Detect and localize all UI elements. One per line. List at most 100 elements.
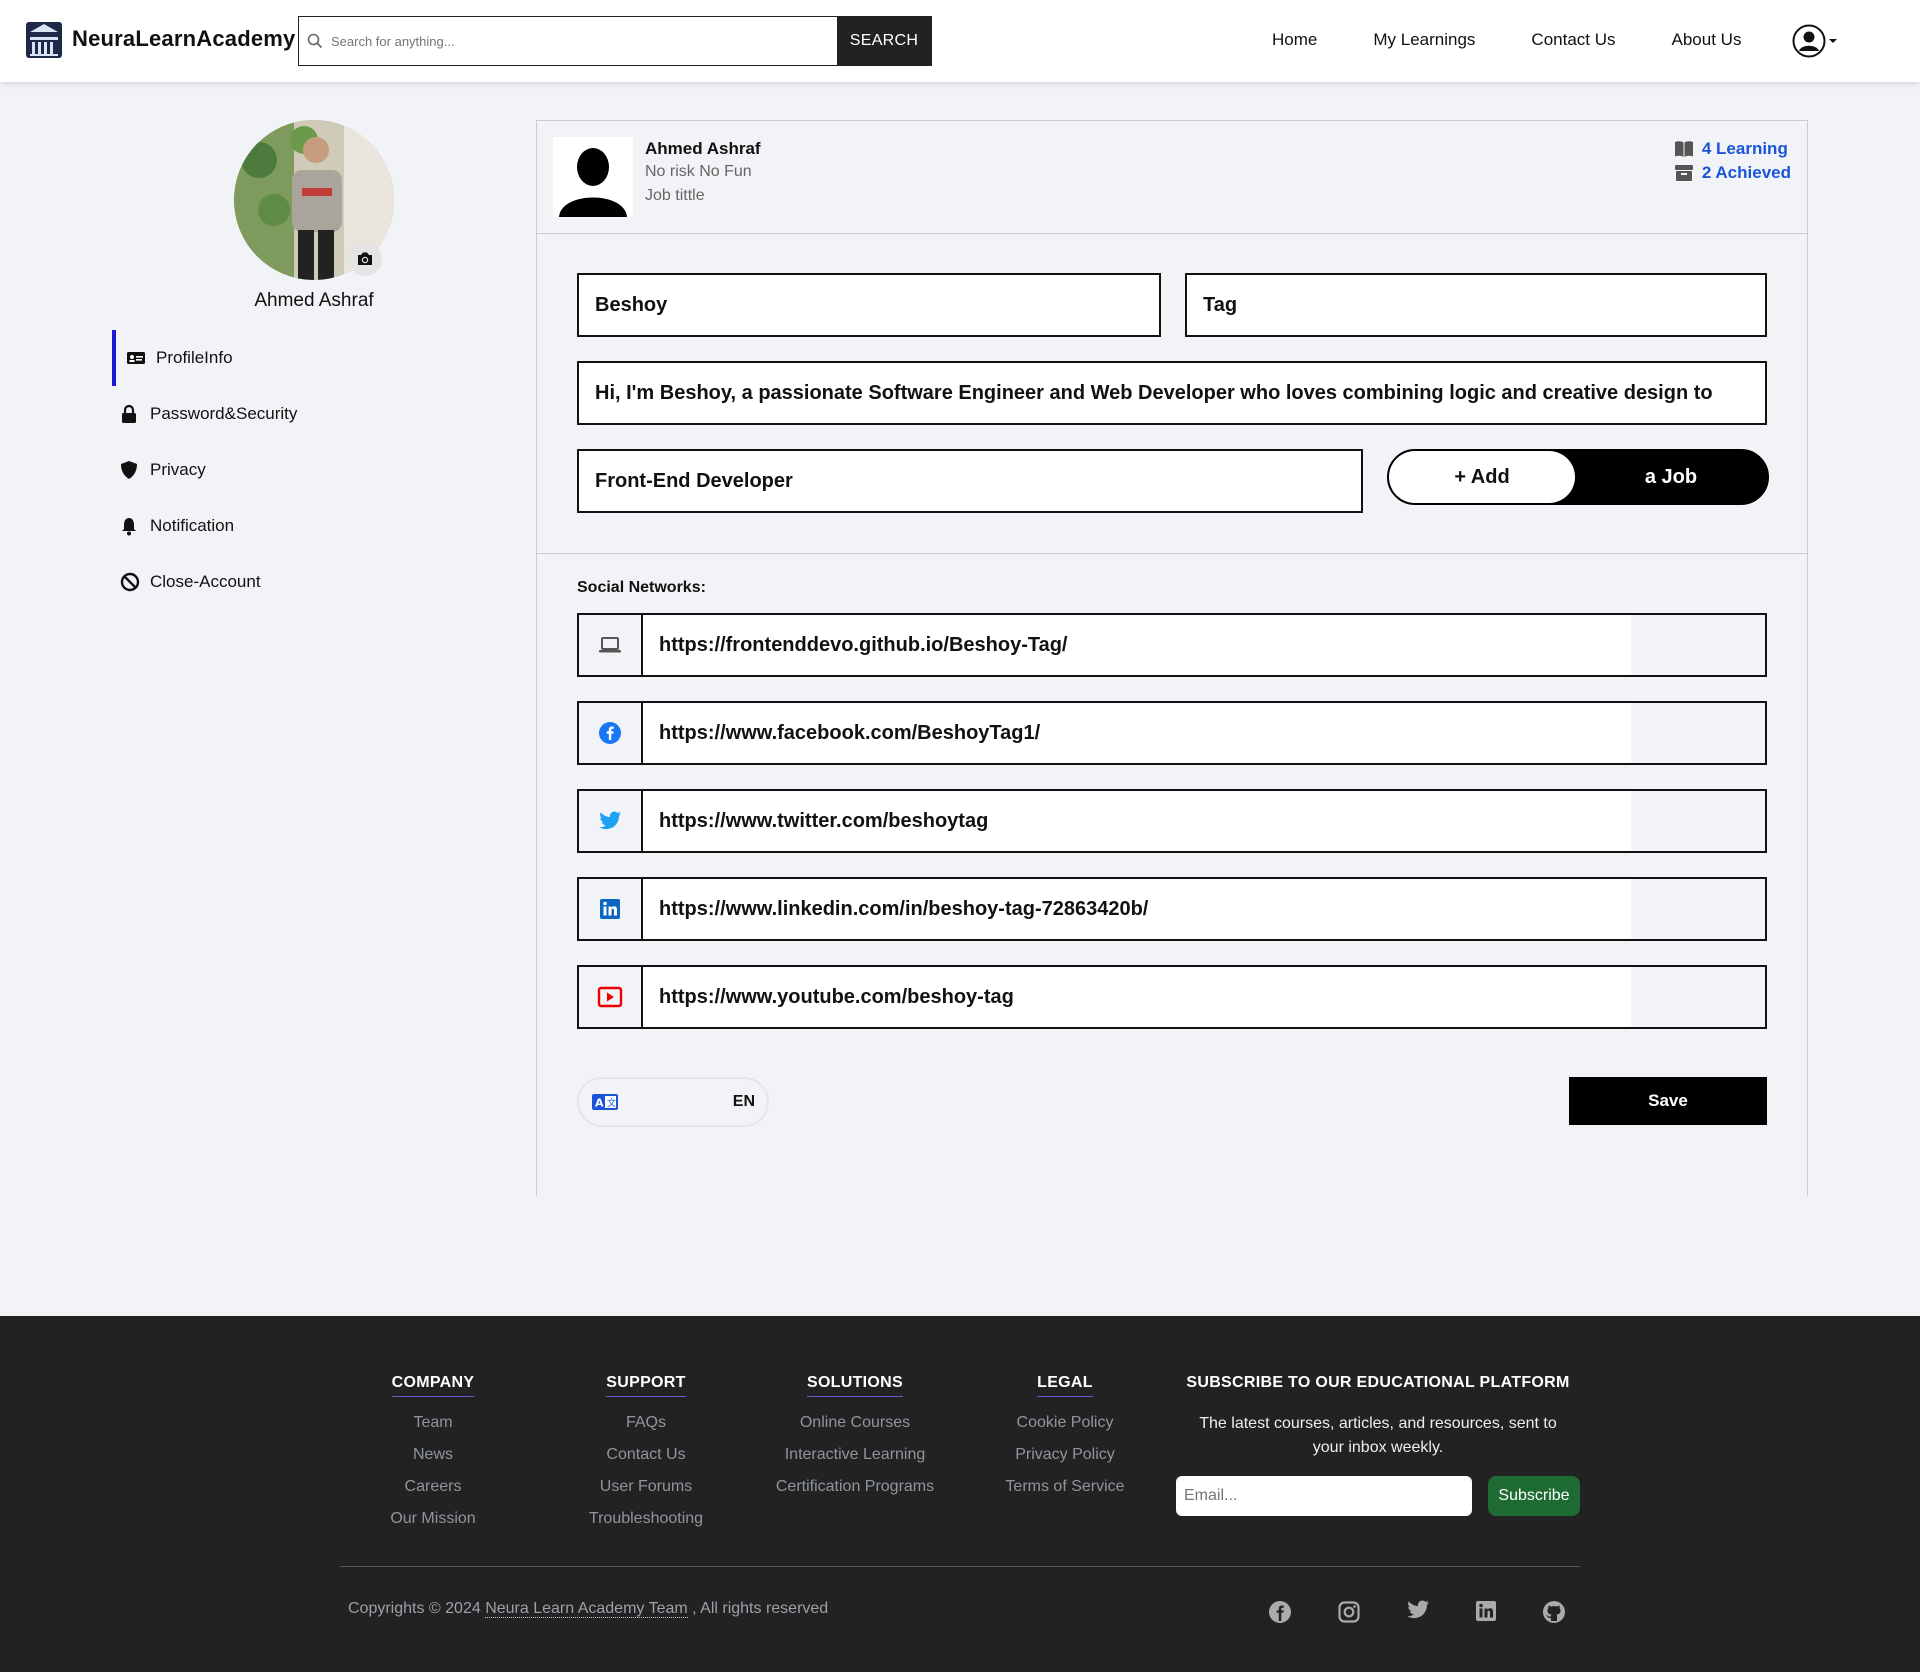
website-url-input[interactable]: https://frontenddevo.github.io/Beshoy-Ta… bbox=[643, 615, 1631, 675]
youtube-icon bbox=[579, 967, 643, 1027]
toggle-add-button[interactable]: + Add bbox=[1389, 451, 1575, 503]
header-user-name: Ahmed Ashraf bbox=[645, 139, 761, 158]
footer-col-legal: LEGAL Cookie Policy Privacy Policy Terms… bbox=[994, 1374, 1136, 1503]
facebook-icon[interactable] bbox=[1268, 1600, 1292, 1624]
nav-about-us[interactable]: About Us bbox=[1672, 30, 1742, 50]
subscribe-button[interactable]: Subscribe bbox=[1488, 1476, 1580, 1516]
footer-link-contact-us[interactable]: Contact Us bbox=[572, 1439, 720, 1471]
achieved-count[interactable]: 2 Achieved bbox=[1674, 161, 1791, 185]
subscribe-text: The latest courses, articles, and resour… bbox=[1199, 1415, 1557, 1456]
sidebar-item-label: Password&Security bbox=[150, 404, 298, 423]
instagram-icon[interactable] bbox=[1337, 1600, 1361, 1624]
footer-link-faqs[interactable]: FAQs bbox=[572, 1407, 720, 1439]
caret-down-icon[interactable] bbox=[1829, 38, 1837, 44]
section-divider bbox=[537, 553, 1807, 554]
footer-col-title: SUPPORT bbox=[606, 1374, 686, 1397]
linkedin-icon bbox=[579, 879, 643, 939]
sidebar-item-privacy[interactable]: Privacy bbox=[112, 442, 412, 498]
footer-link-troubleshooting[interactable]: Troubleshooting bbox=[572, 1503, 720, 1535]
footer-link-privacy-policy[interactable]: Privacy Policy bbox=[994, 1439, 1136, 1471]
footer-link-news[interactable]: News bbox=[372, 1439, 494, 1471]
book-icon bbox=[1674, 140, 1694, 158]
copyright: Copyrights © 2024 Neura Learn Academy Te… bbox=[348, 1600, 828, 1618]
copyright-prefix: Copyrights © 2024 bbox=[348, 1600, 481, 1617]
svg-text:文: 文 bbox=[607, 1097, 616, 1109]
linkedin-url-input[interactable]: https://www.linkedin.com/in/beshoy-tag-7… bbox=[643, 879, 1631, 939]
nav-home[interactable]: Home bbox=[1272, 30, 1317, 50]
ban-icon bbox=[120, 572, 142, 592]
profile-header: Ahmed Ashraf No risk No Fun Job tittle 4… bbox=[537, 121, 1807, 234]
facebook-url-input[interactable]: https://www.facebook.com/BeshoyTag1/ bbox=[643, 703, 1631, 763]
sidebar-item-profileinfo[interactable]: ProfileInfo bbox=[112, 330, 412, 386]
github-icon[interactable] bbox=[1542, 1600, 1566, 1624]
nav-links: Home My Learnings Contact Us About Us bbox=[1272, 30, 1797, 50]
footer-link-online-courses[interactable]: Online Courses bbox=[762, 1407, 948, 1439]
subscribe-email-input[interactable] bbox=[1176, 1476, 1472, 1516]
subscribe-title: SUBSCRIBE TO OUR EDUCATIONAL PLATFORM bbox=[1186, 1374, 1570, 1391]
learning-count-label: 4 Learning bbox=[1701, 139, 1788, 158]
user-circle-icon[interactable] bbox=[1792, 24, 1826, 58]
search-input[interactable] bbox=[331, 17, 837, 65]
top-navbar: NeuraLearnAcademy SEARCH Home My Learnin… bbox=[0, 0, 1920, 82]
laptop-icon bbox=[579, 615, 643, 675]
header-user-job: Job tittle bbox=[645, 187, 705, 204]
footer-social-links bbox=[1268, 1600, 1611, 1624]
sidebar-item-close-account[interactable]: Close-Account bbox=[112, 554, 412, 610]
sidebar-item-notification[interactable]: Notification bbox=[112, 498, 412, 554]
save-button[interactable]: Save bbox=[1569, 1077, 1767, 1125]
user-menu[interactable] bbox=[1792, 24, 1837, 58]
lock-icon bbox=[120, 404, 142, 424]
footer-link-certification-programs[interactable]: Certification Programs bbox=[762, 1471, 948, 1503]
subscribe-form: Subscribe bbox=[1176, 1476, 1580, 1516]
job-title-field[interactable]: Front-End Developer bbox=[577, 449, 1363, 513]
profile-card: Ahmed Ashraf No risk No Fun Job tittle 4… bbox=[536, 120, 1808, 1196]
footer-col-title: COMPANY bbox=[391, 1374, 475, 1397]
translate-icon: A文 bbox=[591, 1093, 619, 1111]
subscribe-section: SUBSCRIBE TO OUR EDUCATIONAL PLATFORM Th… bbox=[1176, 1374, 1580, 1460]
facebook-icon bbox=[579, 703, 643, 763]
social-row-linkedin: https://www.linkedin.com/in/beshoy-tag-7… bbox=[577, 877, 1767, 941]
nav-contact-us[interactable]: Contact Us bbox=[1531, 30, 1615, 50]
footer-link-terms-of-service[interactable]: Terms of Service bbox=[994, 1471, 1136, 1503]
linkedin-icon[interactable] bbox=[1475, 1600, 1497, 1624]
bell-icon bbox=[120, 516, 142, 536]
social-row-website: https://frontenddevo.github.io/Beshoy-Ta… bbox=[577, 613, 1767, 677]
last-name-field[interactable]: Tag bbox=[1185, 273, 1767, 337]
search-icon bbox=[299, 17, 331, 65]
sidebar-item-label: ProfileInfo bbox=[156, 348, 233, 367]
id-card-icon bbox=[126, 350, 148, 366]
learning-stats: 4 Learning 2 Achieved bbox=[1674, 137, 1791, 185]
nav-my-learnings[interactable]: My Learnings bbox=[1373, 30, 1475, 50]
footer-link-interactive-learning[interactable]: Interactive Learning bbox=[762, 1439, 948, 1471]
first-name-field[interactable]: Beshoy bbox=[577, 273, 1161, 337]
shield-icon bbox=[120, 460, 142, 480]
footer-link-our-mission[interactable]: Our Mission bbox=[372, 1503, 494, 1535]
footer-link-careers[interactable]: Careers bbox=[372, 1471, 494, 1503]
sidebar-item-password-security[interactable]: Password&Security bbox=[112, 386, 412, 442]
sidebar-item-label: Privacy bbox=[150, 460, 206, 479]
language-switch[interactable]: A文 EN bbox=[577, 1077, 769, 1127]
sidebar-user-name: Ahmed Ashraf bbox=[254, 290, 374, 311]
header-user-tagline: No risk No Fun bbox=[645, 163, 752, 180]
copyright-team-link[interactable]: Neura Learn Academy Team bbox=[485, 1600, 688, 1618]
twitter-url-input[interactable]: https://www.twitter.com/beshoytag bbox=[643, 791, 1631, 851]
toggle-job-label[interactable]: a Job bbox=[1575, 451, 1767, 503]
academy-logo-icon[interactable] bbox=[24, 18, 64, 62]
footer-col-company: COMPANY Team News Careers Our Mission bbox=[372, 1374, 494, 1535]
add-job-toggle[interactable]: + Add a Job bbox=[1387, 449, 1769, 505]
search-button[interactable]: SEARCH bbox=[837, 17, 931, 65]
brand-name[interactable]: NeuraLearnAcademy bbox=[72, 26, 296, 52]
camera-icon[interactable] bbox=[348, 242, 382, 276]
twitter-icon[interactable] bbox=[1406, 1600, 1430, 1624]
social-row-facebook: https://www.facebook.com/BeshoyTag1/ bbox=[577, 701, 1767, 765]
footer-link-team[interactable]: Team bbox=[372, 1407, 494, 1439]
footer-link-cookie-policy[interactable]: Cookie Policy bbox=[994, 1407, 1136, 1439]
bio-field[interactable]: Hi, I'm Beshoy, a passionate Software En… bbox=[577, 361, 1767, 425]
learning-count[interactable]: 4 Learning bbox=[1674, 137, 1791, 161]
youtube-url-input[interactable]: https://www.youtube.com/beshoy-tag bbox=[643, 967, 1631, 1027]
copyright-suffix: , All rights reserved bbox=[692, 1600, 829, 1617]
social-row-twitter: https://www.twitter.com/beshoytag bbox=[577, 789, 1767, 853]
footer: COMPANY Team News Careers Our Mission SU… bbox=[0, 1316, 1920, 1672]
footer-link-user-forums[interactable]: User Forums bbox=[572, 1471, 720, 1503]
twitter-icon bbox=[579, 791, 643, 851]
